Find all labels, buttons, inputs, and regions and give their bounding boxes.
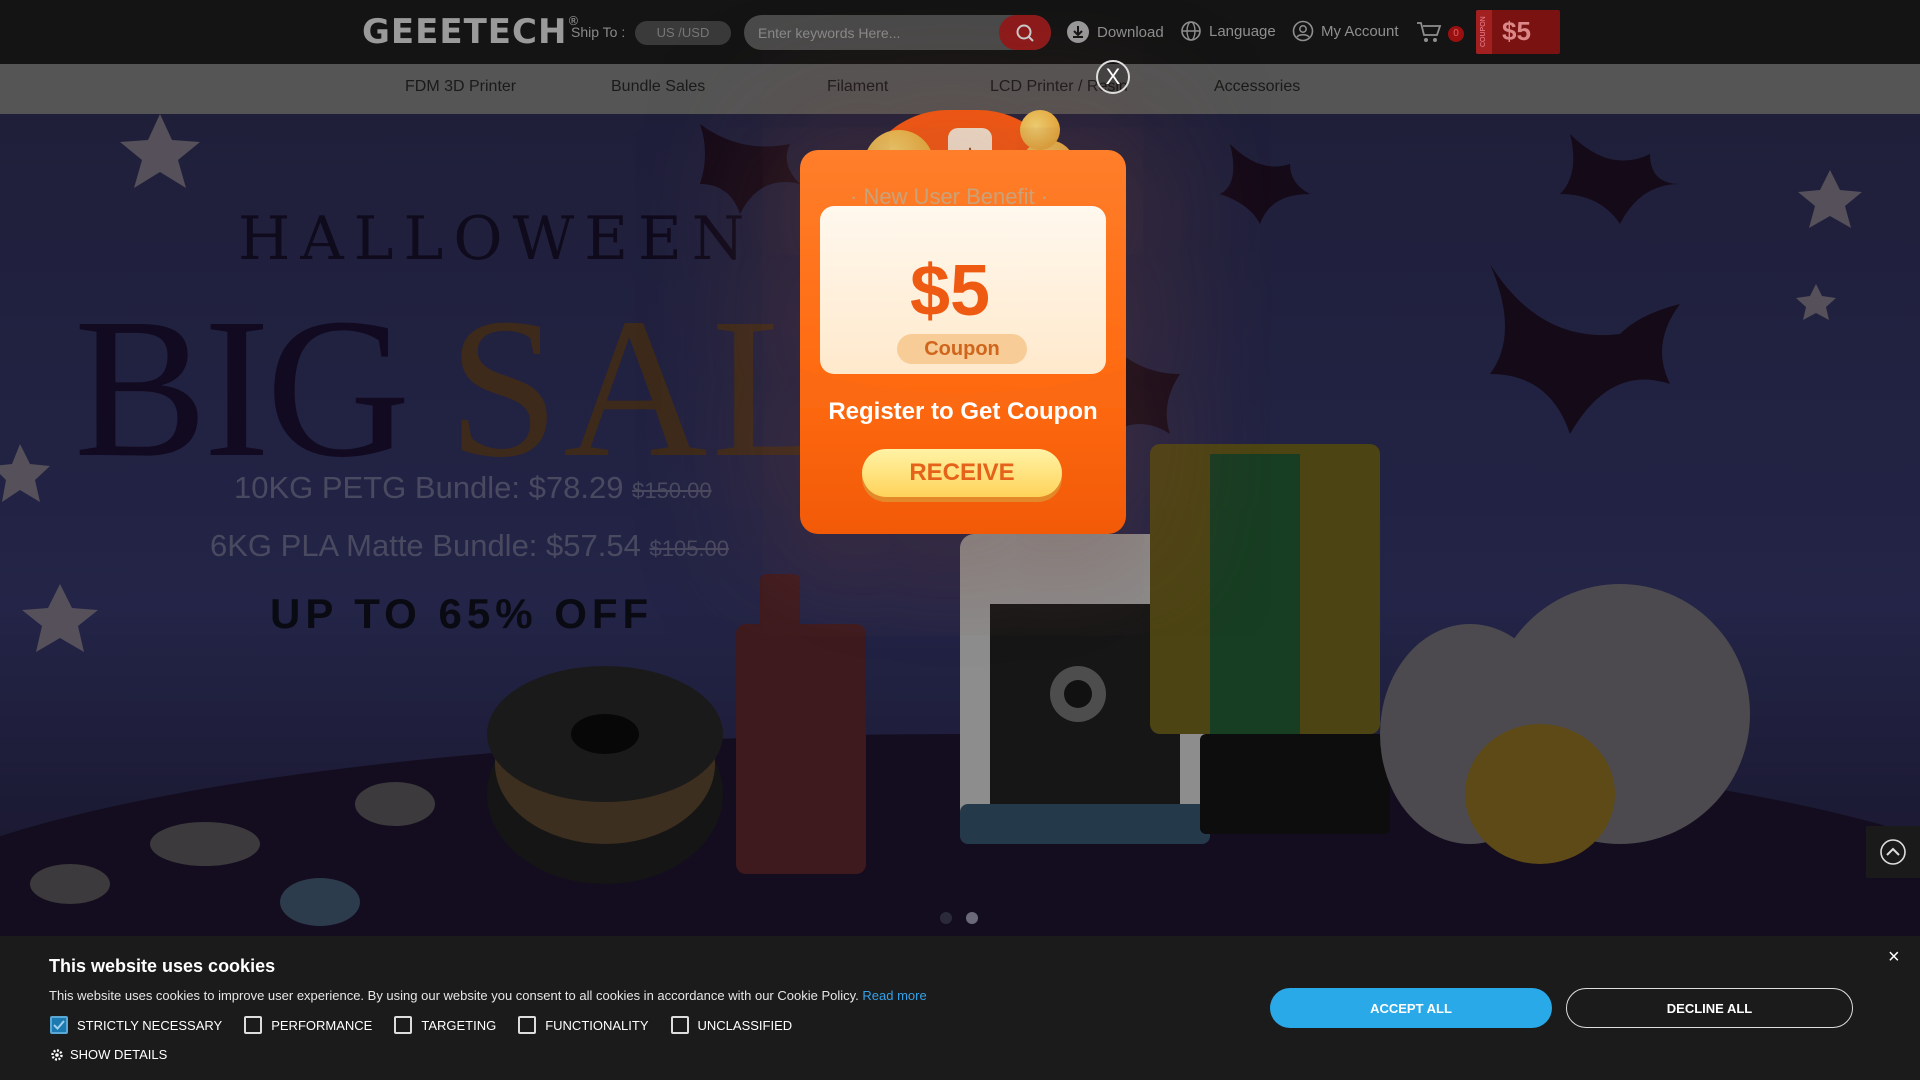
promo-petg-old-price: $150.00: [632, 478, 712, 503]
cookie-option-label: PERFORMANCE: [271, 1017, 373, 1033]
my-account-link[interactable]: My Account: [1292, 20, 1399, 42]
discount-headline: UP TO 65% OFF: [270, 590, 654, 637]
search-icon: [1016, 24, 1034, 42]
cookie-option-functionality[interactable]: FUNCTIONALITY: [518, 1016, 649, 1034]
read-more-link[interactable]: Read more: [862, 988, 926, 1003]
nav-bundle-sales[interactable]: Bundle Sales: [611, 78, 705, 96]
cookie-description: This website uses cookies to improve use…: [49, 988, 927, 1003]
cookie-option-label: STRICTLY NECESSARY: [77, 1017, 223, 1033]
cookie-consent-bar: This website uses cookies This website u…: [0, 936, 1920, 1080]
halloween-heading: HALLOWEEN: [238, 204, 755, 274]
coin-icon: [1020, 110, 1060, 150]
cart-count-badge: 0: [1448, 26, 1464, 42]
new-user-coupon-popup: $ · New User Benefit · $5 Coupon Registe…: [800, 110, 1126, 534]
geeetech-logo[interactable]: GEEETECH®: [362, 12, 580, 52]
coupon-value: $5: [910, 251, 991, 331]
user-icon: [1292, 20, 1314, 42]
cookie-option-strictly-necessary[interactable]: STRICTLY NECESSARY: [50, 1016, 222, 1034]
big-heading: BIG: [74, 278, 410, 499]
ship-to-label: Ship To :: [571, 24, 626, 40]
promo-petg-text: 10KG PETG Bundle: $78.29: [234, 470, 624, 505]
slide-dot-2[interactable]: [966, 912, 978, 924]
scroll-to-top-button[interactable]: [1866, 826, 1920, 878]
promo-pla-bundle: 6KG PLA Matte Bundle: $57.54 $105.00: [210, 528, 729, 564]
download-link[interactable]: Download: [1066, 20, 1164, 44]
checkbox[interactable]: [670, 1016, 689, 1034]
globe-icon: [1181, 21, 1201, 41]
cookie-text: This website uses cookies to improve use…: [49, 988, 859, 1003]
receive-coupon-button[interactable]: RECEIVE: [862, 449, 1062, 497]
search-button[interactable]: [999, 15, 1051, 50]
show-details-label: SHOW DETAILS: [70, 1047, 168, 1062]
cookie-option-unclassified[interactable]: UNCLASSIFIED: [670, 1016, 793, 1034]
close-cookie-bar-button[interactable]: ×: [1888, 946, 1900, 969]
nav-accessories[interactable]: Accessories: [1214, 78, 1300, 96]
checkbox[interactable]: [394, 1016, 413, 1034]
language-link[interactable]: Language: [1180, 20, 1276, 42]
gear-icon: [51, 1048, 63, 1061]
checkbox[interactable]: [518, 1016, 537, 1034]
checkbox-checked[interactable]: [50, 1016, 68, 1034]
new-user-benefit-label: · New User Benefit ·: [850, 184, 1049, 209]
chevron-up-icon: [1880, 839, 1906, 865]
my-account-label: My Account: [1321, 22, 1399, 40]
language-label: Language: [1209, 22, 1276, 40]
coupon-banner[interactable]: COUPON $5: [1476, 10, 1560, 54]
top-header: GEEETECH® Ship To : US /USD Download Lan…: [0, 0, 1920, 64]
close-popup-button[interactable]: X: [1096, 60, 1130, 94]
cookie-option-label: TARGETING: [421, 1017, 497, 1033]
search-input[interactable]: [758, 15, 998, 50]
cookie-option-label: UNCLASSIFIED: [697, 1017, 793, 1033]
register-prompt: Register to Get Coupon: [828, 398, 1098, 425]
download-icon: [1067, 21, 1089, 43]
cookie-option-performance[interactable]: PERFORMANCE: [244, 1016, 372, 1034]
promo-pla-text: 6KG PLA Matte Bundle: $57.54: [210, 528, 641, 563]
decline-all-button[interactable]: DECLINE ALL: [1566, 988, 1853, 1028]
cookie-categories: STRICTLY NECESSARY PERFORMANCE TARGETING…: [50, 1016, 792, 1034]
search-box: [744, 15, 1051, 50]
download-label: Download: [1097, 23, 1164, 41]
nav-filament[interactable]: Filament: [827, 78, 888, 96]
coupon-side-label: COUPON: [1476, 10, 1492, 54]
show-details-toggle[interactable]: SHOW DETAILS: [50, 1047, 167, 1062]
check-icon: [53, 1020, 65, 1030]
logo-text: GEEETECH: [362, 12, 568, 52]
slide-dots: [940, 912, 978, 924]
cookie-option-targeting[interactable]: TARGETING: [394, 1016, 496, 1034]
accept-all-button[interactable]: ACCEPT ALL: [1270, 988, 1552, 1028]
promo-pla-old-price: $105.00: [649, 536, 730, 561]
ship-to-select[interactable]: US /USD: [635, 21, 731, 45]
promo-petg-bundle: 10KG PETG Bundle: $78.29 $150.00: [234, 470, 712, 506]
cart-button[interactable]: [1416, 20, 1442, 49]
cookie-option-label: FUNCTIONALITY: [545, 1017, 649, 1033]
main-nav: FDM 3D Printer Bundle Sales Filament LCD…: [0, 64, 1920, 114]
cart-icon: [1417, 22, 1442, 42]
nav-fdm-3d-printer[interactable]: FDM 3D Printer: [405, 78, 516, 96]
coupon-amount: $5: [1502, 16, 1531, 46]
slide-dot-1[interactable]: [940, 912, 952, 924]
checkbox[interactable]: [244, 1016, 263, 1034]
cookie-title: This website uses cookies: [49, 956, 276, 976]
